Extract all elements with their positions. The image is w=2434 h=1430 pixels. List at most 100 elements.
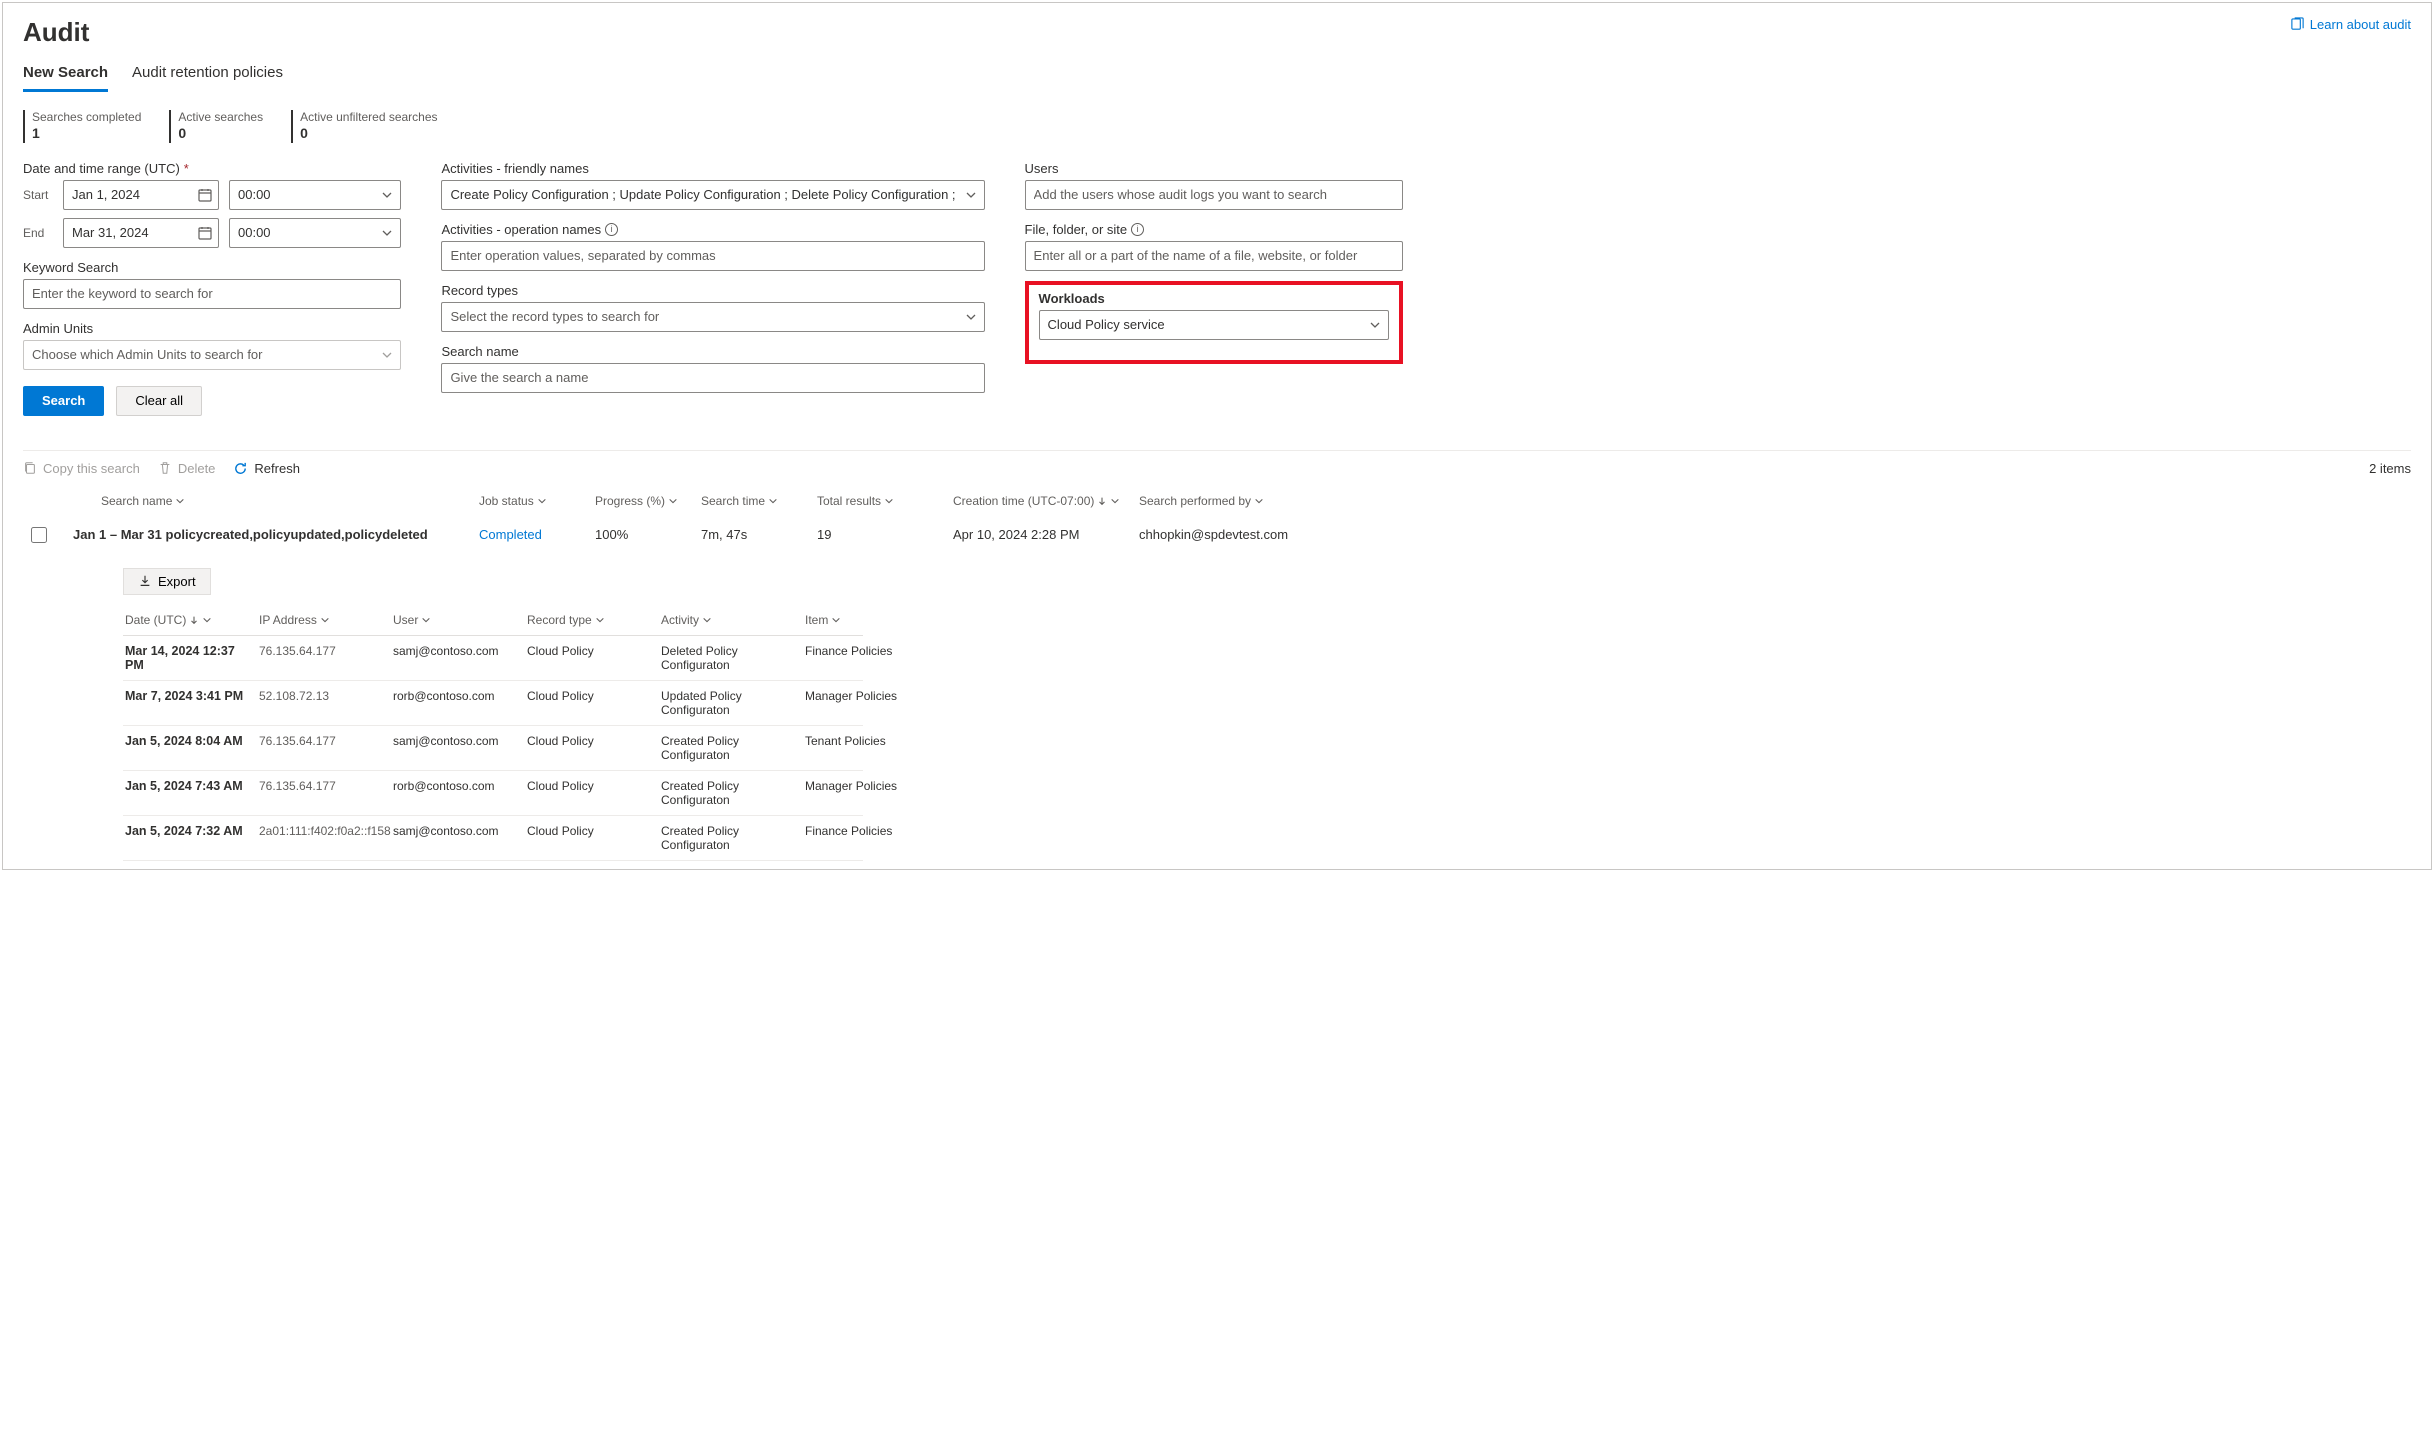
record-types-select[interactable]: Select the record types to search for xyxy=(441,302,984,332)
record-types-label: Record types xyxy=(441,283,984,298)
workloads-label: Workloads xyxy=(1039,291,1389,306)
search-name-label: Search name xyxy=(441,344,984,359)
info-icon: i xyxy=(1131,223,1144,236)
clear-all-button[interactable]: Clear all xyxy=(116,386,202,416)
friendly-names-select[interactable]: Create Policy Configuration ; Update Pol… xyxy=(441,180,984,210)
col-performed-by[interactable]: Search performed by xyxy=(1139,494,1359,508)
result-row[interactable]: Jan 1 – Mar 31 policycreated,policyupdat… xyxy=(23,516,2411,554)
search-button[interactable]: Search xyxy=(23,386,104,416)
end-time-select[interactable]: 00:00 xyxy=(229,218,401,248)
row-creation: Apr 10, 2024 2:28 PM xyxy=(953,527,1133,542)
dcol-ip[interactable]: IP Address xyxy=(259,613,389,627)
stat-unfiltered: Active unfiltered searches 0 xyxy=(291,110,437,143)
detail-row[interactable]: Mar 7, 2024 3:41 PM52.108.72.13rorb@cont… xyxy=(123,681,863,726)
dcol-date[interactable]: Date (UTC) xyxy=(125,613,255,627)
export-button[interactable]: Export xyxy=(123,568,211,595)
cell-item: Manager Policies xyxy=(805,689,900,717)
cell-user: rorb@contoso.com xyxy=(393,779,523,807)
users-input[interactable] xyxy=(1025,180,1403,210)
delete-button[interactable]: Delete xyxy=(158,461,216,476)
detail-row[interactable]: Jan 5, 2024 7:32 AM2a01:111:f402:f0a2::f… xyxy=(123,816,863,861)
cell-ip: 76.135.64.177 xyxy=(259,644,389,672)
detail-row[interactable]: Jan 5, 2024 8:04 AM76.135.64.177samj@con… xyxy=(123,726,863,771)
chevron-down-icon xyxy=(702,615,712,625)
cell-activity: Created Policy Configuraton xyxy=(661,779,801,807)
chevron-down-icon xyxy=(831,615,841,625)
detail-row[interactable]: Mar 14, 2024 12:37 PM76.135.64.177samj@c… xyxy=(123,636,863,681)
cell-user: samj@contoso.com xyxy=(393,734,523,762)
col-job-status[interactable]: Job status xyxy=(479,494,589,508)
workloads-select[interactable]: Cloud Policy service xyxy=(1039,310,1389,340)
cell-item: Finance Policies xyxy=(805,824,900,852)
operation-names-input[interactable] xyxy=(441,241,984,271)
keyword-input[interactable] xyxy=(23,279,401,309)
cell-date: Jan 5, 2024 7:43 AM xyxy=(125,779,255,807)
cell-record: Cloud Policy xyxy=(527,734,657,762)
col-progress[interactable]: Progress (%) xyxy=(595,494,695,508)
col-search-name[interactable]: Search name xyxy=(73,494,473,508)
stat-active-value: 0 xyxy=(178,125,263,143)
chevron-down-icon xyxy=(421,615,431,625)
tab-new-search[interactable]: New Search xyxy=(23,58,108,92)
detail-table: Date (UTC) IP Address User Record type A… xyxy=(123,605,863,861)
search-name-input[interactable] xyxy=(441,363,984,393)
copy-icon xyxy=(23,461,37,475)
row-by: chhopkin@spdevtest.com xyxy=(1139,527,1359,542)
results-header-row: Search name Job status Progress (%) Sear… xyxy=(23,486,2411,516)
stat-active-label: Active searches xyxy=(178,110,263,125)
doc-icon xyxy=(2290,17,2305,32)
copy-search-button[interactable]: Copy this search xyxy=(23,461,140,476)
start-time-select[interactable]: 00:00 xyxy=(229,180,401,210)
stat-completed-label: Searches completed xyxy=(32,110,141,125)
cell-date: Jan 5, 2024 7:32 AM xyxy=(125,824,255,852)
cell-ip: 76.135.64.177 xyxy=(259,779,389,807)
admin-units-label: Admin Units xyxy=(23,321,401,336)
tabs: New Search Audit retention policies xyxy=(23,58,2411,92)
learn-link-label: Learn about audit xyxy=(2310,17,2411,32)
cell-date: Mar 14, 2024 12:37 PM xyxy=(125,644,255,672)
dcol-item[interactable]: Item xyxy=(805,613,900,627)
sort-arrow-down-icon xyxy=(1097,496,1107,506)
export-label: Export xyxy=(158,574,196,589)
col-search-time[interactable]: Search time xyxy=(701,494,811,508)
sort-arrow-down-icon xyxy=(189,615,199,625)
col-total-results[interactable]: Total results xyxy=(817,494,947,508)
stat-unfiltered-label: Active unfiltered searches xyxy=(300,110,437,125)
cell-ip: 2a01:111:f402:f0a2::f158 xyxy=(259,824,389,852)
keyword-label: Keyword Search xyxy=(23,260,401,275)
chevron-down-icon xyxy=(175,496,185,506)
cell-activity: Updated Policy Configuraton xyxy=(661,689,801,717)
end-date-input[interactable] xyxy=(63,218,219,248)
cell-record: Cloud Policy xyxy=(527,779,657,807)
stat-unfiltered-value: 0 xyxy=(300,125,437,143)
file-folder-site-input[interactable] xyxy=(1025,241,1403,271)
start-date-input[interactable] xyxy=(63,180,219,210)
info-icon: i xyxy=(605,223,618,236)
end-label: End xyxy=(23,226,53,240)
dcol-user[interactable]: User xyxy=(393,613,523,627)
chevron-down-icon xyxy=(668,496,678,506)
detail-row[interactable]: Jan 5, 2024 7:43 AM76.135.64.177rorb@con… xyxy=(123,771,863,816)
cell-record: Cloud Policy xyxy=(527,824,657,852)
chevron-down-icon xyxy=(884,496,894,506)
row-checkbox[interactable] xyxy=(31,527,47,543)
dcol-activity[interactable]: Activity xyxy=(661,613,801,627)
friendly-names-label: Activities - friendly names xyxy=(441,161,984,176)
row-progress: 100% xyxy=(595,527,695,542)
calendar-icon xyxy=(197,187,213,203)
chevron-down-icon xyxy=(595,615,605,625)
stats-row: Searches completed 1 Active searches 0 A… xyxy=(23,110,2411,143)
refresh-button[interactable]: Refresh xyxy=(233,461,300,476)
col-creation-time[interactable]: Creation time (UTC-07:00) xyxy=(953,494,1133,508)
refresh-icon xyxy=(233,461,248,476)
dcol-record[interactable]: Record type xyxy=(527,613,657,627)
cell-user: samj@contoso.com xyxy=(393,644,523,672)
cell-user: rorb@contoso.com xyxy=(393,689,523,717)
chevron-down-icon xyxy=(320,615,330,625)
tab-retention-policies[interactable]: Audit retention policies xyxy=(132,58,283,92)
cell-activity: Deleted Policy Configuraton xyxy=(661,644,801,672)
learn-about-audit-link[interactable]: Learn about audit xyxy=(2290,17,2411,32)
chevron-down-icon xyxy=(537,496,547,506)
row-status[interactable]: Completed xyxy=(479,527,589,542)
operation-names-label: Activities - operation names i xyxy=(441,222,984,237)
